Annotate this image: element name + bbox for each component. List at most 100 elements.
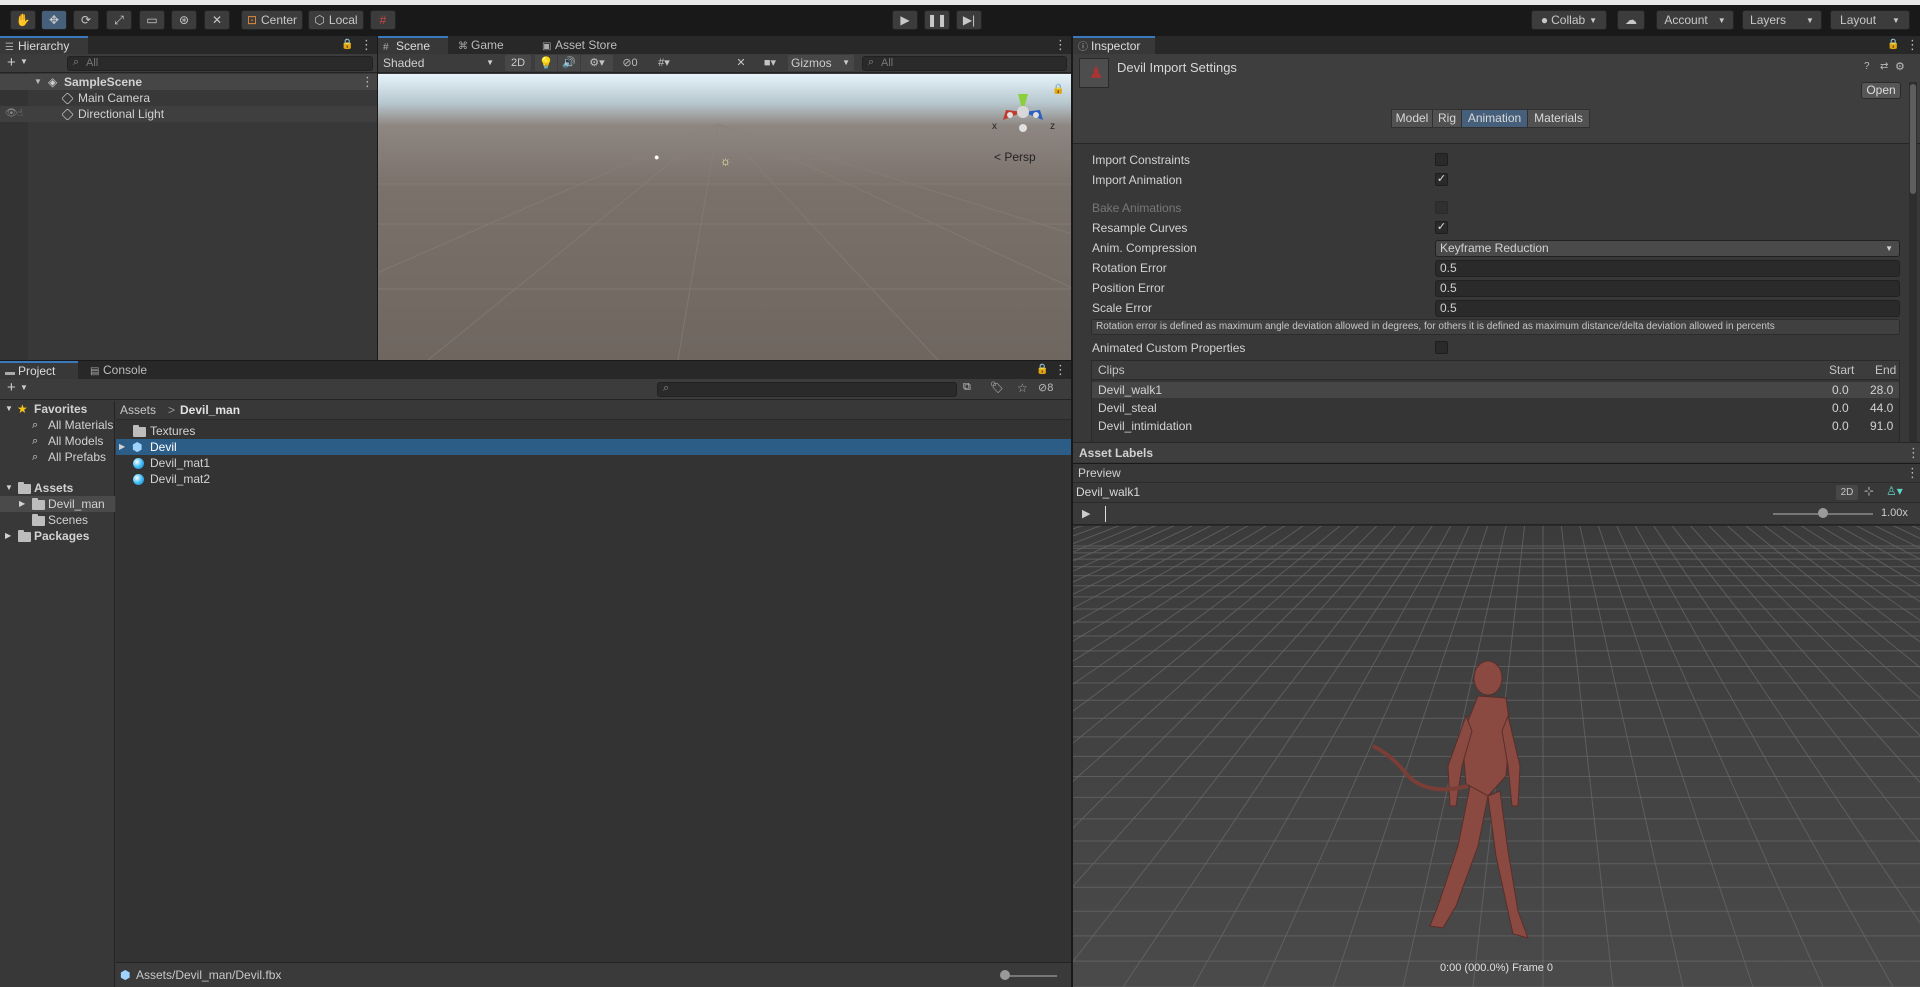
account-dropdown[interactable]: Account ▼ [1656, 10, 1734, 30]
tab-console[interactable]: ▤ Console [85, 361, 159, 379]
rotate-tool-icon[interactable]: ⟳ [73, 10, 99, 30]
hidden-packages-toggle[interactable]: ⊘8 [1038, 381, 1053, 394]
tab-inspector[interactable]: ⓘ Inspector [1073, 36, 1155, 54]
file-row-devil-mat1[interactable]: Devil_mat1 [116, 455, 1071, 471]
pause-button[interactable]: ❚❚ [924, 10, 950, 30]
file-row-devil-mat2[interactable]: Devil_mat2 [116, 471, 1071, 487]
assets-row[interactable]: ▼ Assets [0, 480, 115, 496]
import-constraints-checkbox[interactable] [1435, 153, 1448, 166]
tab-scene[interactable]: # Scene [378, 36, 448, 54]
layout-dropdown[interactable]: Layout ▼ [1830, 10, 1910, 30]
tab-model[interactable]: Model [1391, 109, 1433, 128]
hidden-objects-toggle[interactable]: ⊘0 [616, 55, 644, 71]
grid-snap-icon[interactable]: # [370, 10, 396, 30]
tab-project[interactable]: ▬ Project [0, 361, 78, 379]
tab-game[interactable]: ⌘ Game [453, 36, 521, 54]
cloud-icon[interactable]: ☁ [1617, 10, 1645, 30]
orientation-gizmo[interactable]: x z [988, 84, 1058, 144]
hierarchy-item-main-camera[interactable]: Main Camera [0, 90, 377, 106]
tab-asset-store[interactable]: ▣ Asset Store [537, 36, 633, 54]
grid-toggle-icon[interactable]: #▾ [646, 55, 682, 71]
collab-dropdown[interactable]: ● Collab ▼ [1531, 10, 1607, 30]
pick-icon[interactable]: ☝ [17, 106, 23, 122]
help-icon[interactable]: ? [1864, 61, 1870, 72]
clip-row[interactable]: Devil_steal 0.0 44.0 [1092, 400, 1899, 416]
preview-play-button[interactable]: ▶ [1082, 507, 1090, 520]
asset-folder-scenes[interactable]: Scenes [0, 512, 115, 528]
expand-arrow-icon[interactable]: ▼ [34, 74, 42, 90]
tab-rig[interactable]: Rig [1432, 109, 1462, 128]
open-button[interactable]: Open [1861, 82, 1901, 99]
scene-search-input[interactable]: All [862, 56, 1067, 71]
favorite-star-icon[interactable]: ☆ [1017, 381, 1028, 395]
scene-row[interactable]: ▼ ◈ SampleScene ⋮ [0, 74, 377, 90]
packages-row[interactable]: ▶ Packages [0, 528, 115, 544]
lock-icon[interactable]: 🔒 [1036, 364, 1048, 375]
scene-viewport[interactable]: ● ☼ x z 🔒 < Persp [378, 74, 1071, 360]
expand-arrow-icon[interactable]: ▶ [119, 439, 125, 455]
icon-size-slider[interactable] [1002, 975, 1057, 977]
resample-curves-checkbox[interactable]: ✓ [1435, 221, 1448, 234]
position-error-field[interactable]: 0.5 [1435, 280, 1900, 297]
more-icon[interactable]: ⋮ [1907, 445, 1920, 461]
speed-slider-thumb[interactable] [1818, 508, 1828, 518]
hand-tool-icon[interactable]: ✋ [10, 10, 36, 30]
move-tool-icon[interactable]: ✥ [41, 10, 67, 30]
tab-hierarchy[interactable]: ☰ Hierarchy [0, 36, 88, 54]
pivot-icon[interactable]: ⊹ [1864, 484, 1874, 498]
lock-icon[interactable]: 🔒 [341, 39, 353, 50]
audio-icon[interactable]: 🔊 [558, 55, 580, 71]
scale-error-field[interactable]: 0.5 [1435, 300, 1900, 317]
icon-size-slider-thumb[interactable] [1000, 970, 1010, 980]
chevron-down-icon[interactable]: ▼ [20, 57, 28, 66]
favorites-row[interactable]: ▼ ★ Favorites [0, 401, 115, 417]
chevron-down-icon[interactable]: ▼ [20, 383, 28, 392]
animated-custom-properties-checkbox[interactable] [1435, 341, 1448, 354]
gizmos-dropdown[interactable]: Gizmos ▼ [788, 55, 854, 71]
asset-labels-bar[interactable]: Asset Labels ⋮ [1073, 442, 1920, 462]
scene-menu-icon[interactable]: ⋮ [361, 74, 374, 90]
search-by-label-icon[interactable]: 🏷 [990, 381, 1004, 394]
camera-gizmo-icon[interactable]: ● [654, 152, 659, 162]
preview-viewport[interactable]: 0:00 (000.0%) Frame 0 [1073, 526, 1920, 987]
expand-arrow-icon[interactable]: ▶ [5, 528, 11, 544]
custom-tool-icon[interactable]: ✕ [204, 10, 230, 30]
scrollbar-thumb[interactable] [1910, 84, 1916, 194]
persp-label[interactable]: < Persp [994, 150, 1036, 164]
more-icon[interactable]: ⋮ [1906, 465, 1919, 481]
tools-icon[interactable]: ✕ [730, 55, 752, 71]
gear-icon[interactable]: ⚙ [1895, 60, 1905, 73]
add-icon[interactable]: + [7, 54, 16, 71]
shading-dropdown[interactable]: Shaded ▼ [383, 55, 498, 71]
more-icon[interactable]: ⋮ [1906, 37, 1919, 53]
rotation-error-field[interactable]: 0.5 [1435, 260, 1900, 277]
step-button[interactable]: ▶| [956, 10, 982, 30]
more-icon[interactable]: ⋮ [1054, 362, 1067, 378]
inspector-scrollbar[interactable] [1909, 82, 1917, 462]
add-icon[interactable]: + [7, 379, 16, 396]
hierarchy-search-input[interactable]: All [67, 56, 373, 71]
search-by-type-icon[interactable]: ⧉ [963, 381, 971, 394]
transform-tool-icon[interactable]: ⊛ [171, 10, 197, 30]
preset-icon[interactable]: ⇄ [1880, 61, 1888, 72]
lock-view-icon[interactable]: 🔒 [1052, 84, 1064, 95]
import-animation-checkbox[interactable]: ✓ [1435, 173, 1448, 186]
anim-compression-dropdown[interactable]: Keyframe Reduction ▼ [1435, 240, 1900, 257]
pivot-center-button[interactable]: ⊡ Center [241, 10, 303, 30]
tab-animation[interactable]: Animation [1461, 109, 1528, 128]
expand-arrow-icon[interactable]: ▼ [5, 401, 13, 417]
layers-dropdown[interactable]: Layers ▼ [1742, 10, 1822, 30]
tab-materials[interactable]: Materials [1527, 109, 1590, 128]
expand-arrow-icon[interactable]: ▼ [5, 480, 13, 496]
play-button[interactable]: ▶ [892, 10, 918, 30]
asset-folder-devil-man[interactable]: ▶ Devil_man [0, 496, 115, 512]
effects-icon[interactable]: ⚙▾ [581, 55, 613, 71]
scale-tool-icon[interactable]: ⤢ [106, 10, 132, 30]
project-search-input[interactable] [657, 382, 957, 397]
camera-icon[interactable]: ■▾ [755, 55, 785, 71]
favorite-item[interactable]: ⌕ All Models [0, 433, 115, 449]
expand-arrow-icon[interactable]: ▶ [19, 496, 25, 512]
breadcrumb-devil-man[interactable]: Devil_man [180, 403, 240, 417]
file-row-textures[interactable]: Textures [116, 423, 1071, 439]
lock-icon[interactable]: 🔒 [1887, 39, 1899, 50]
